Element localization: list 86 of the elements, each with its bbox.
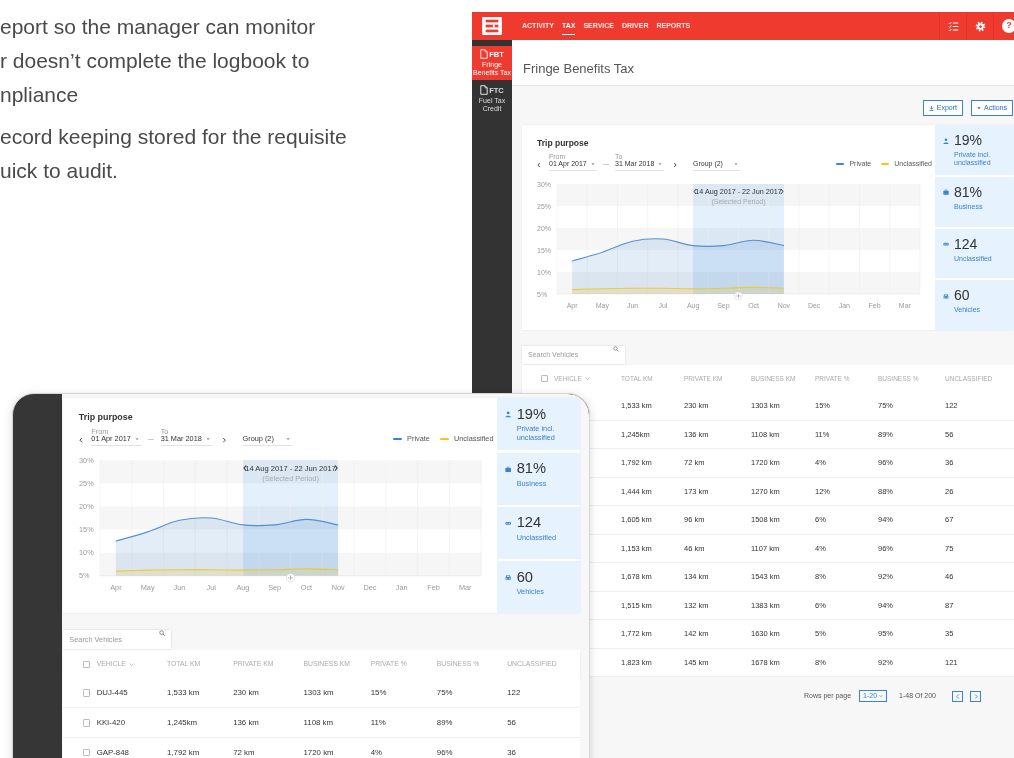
y-axis-label: 10% (78, 548, 94, 558)
caret-icon[interactable] (135, 437, 140, 442)
caret-icon[interactable] (205, 437, 210, 442)
x-axis-label: May (140, 583, 155, 593)
caret-icon[interactable] (658, 162, 662, 166)
dropdown[interactable]: Group (2) (242, 434, 292, 447)
checkbox[interactable] (541, 375, 548, 382)
mask-icon (943, 241, 949, 247)
settings-icon[interactable] (974, 20, 986, 32)
chevron-right-icon[interactable] (221, 437, 226, 444)
dropdown[interactable]: To 31 Mar 2018 (160, 427, 213, 447)
help-button[interactable]: ? (1002, 19, 1014, 33)
caret-icon (977, 106, 982, 110)
stat-label: Unclassified (516, 534, 558, 543)
search-icon[interactable] (613, 346, 619, 352)
chevron-left-icon (955, 693, 960, 699)
move-handle-icon[interactable] (734, 291, 743, 301)
caret-icon[interactable] (734, 162, 738, 166)
search-icon[interactable] (158, 630, 165, 637)
checkbox[interactable] (83, 689, 91, 697)
x-axis-label: Jun (173, 583, 186, 593)
y-axis-label: 20% (78, 501, 94, 511)
y-axis-label: 5% (78, 571, 90, 581)
briefcase-icon (943, 189, 949, 196)
x-axis-label: Jul (206, 583, 216, 593)
stat-value: 60 (954, 288, 970, 304)
stat-value: 19% (516, 406, 547, 423)
stat-value: 124 (516, 515, 542, 531)
chevron-down-icon[interactable] (584, 376, 590, 381)
chevron-right-icon (973, 693, 978, 699)
chevron-right-icon[interactable] (334, 464, 338, 472)
x-axis-label: Sep (267, 583, 281, 593)
x-axis-label: Feb (426, 583, 440, 593)
chevron-right-icon[interactable] (780, 188, 784, 195)
logo[interactable] (482, 17, 502, 35)
checklist-icon[interactable] (947, 20, 959, 32)
x-axis-label: Aug (236, 583, 250, 593)
briefcase-icon (505, 465, 512, 472)
x-axis-label: Mar (458, 583, 472, 593)
x-axis-label: Apr (109, 583, 122, 593)
caret-icon[interactable] (285, 437, 290, 442)
car-icon (943, 292, 949, 299)
next-page-button[interactable] (970, 690, 981, 702)
stat-label: Business (516, 479, 548, 489)
y-axis-label: 25% (78, 478, 94, 488)
dropdown[interactable]: From 01 Apr 2017 (91, 427, 142, 447)
chevron-right-icon[interactable] (673, 162, 677, 168)
stat-value: 81% (516, 460, 547, 477)
legend-label: Unclassified (454, 433, 494, 445)
x-axis-label: Jan (395, 583, 408, 593)
body-paragraph: ecord keeping stored for the requisite uick to audit. (0, 124, 347, 184)
document-icon (480, 85, 489, 95)
stat-label: Vehicles (516, 588, 545, 597)
chevron-left-icon[interactable] (537, 162, 541, 168)
page-title: Fringe Benefits Tax (523, 61, 635, 77)
search-field[interactable]: Search Vehicles (63, 630, 172, 649)
chart-title: Trip purpose (78, 411, 134, 424)
person-icon (505, 411, 512, 418)
chevron-left-icon[interactable] (693, 188, 697, 195)
download-icon (928, 105, 934, 111)
x-axis-label: Nov (331, 583, 345, 593)
chevron-down-icon (879, 694, 884, 698)
stat-value: 19% (954, 133, 983, 148)
caret-icon[interactable] (591, 162, 595, 166)
chevron-down-icon[interactable] (128, 661, 135, 667)
document-icon (480, 49, 489, 59)
y-axis-label: 15% (78, 525, 94, 534)
move-handle-icon[interactable] (285, 573, 295, 583)
x-axis-label: Dec (363, 583, 377, 593)
previous-page-button[interactable] (952, 690, 963, 702)
legend-label: Private (407, 433, 430, 445)
chevron-left-icon[interactable] (243, 464, 247, 472)
stat-label: Private incl. unclassified (516, 425, 556, 443)
x-axis-label: Oct (300, 583, 312, 593)
checkbox[interactable] (83, 719, 91, 727)
selection-note: (Selected Period) (262, 473, 319, 483)
stat-value: 124 (954, 236, 978, 252)
person-icon (943, 137, 949, 144)
y-axis-label: 30% (78, 455, 94, 465)
stat-value: 81% (954, 184, 983, 200)
chart-title: Trip purpose (537, 138, 590, 149)
chevron-left-icon[interactable] (78, 437, 83, 444)
stat-value: 60 (516, 569, 533, 586)
car-icon (505, 574, 512, 581)
checkbox[interactable] (83, 749, 91, 757)
checkbox[interactable] (83, 660, 91, 668)
